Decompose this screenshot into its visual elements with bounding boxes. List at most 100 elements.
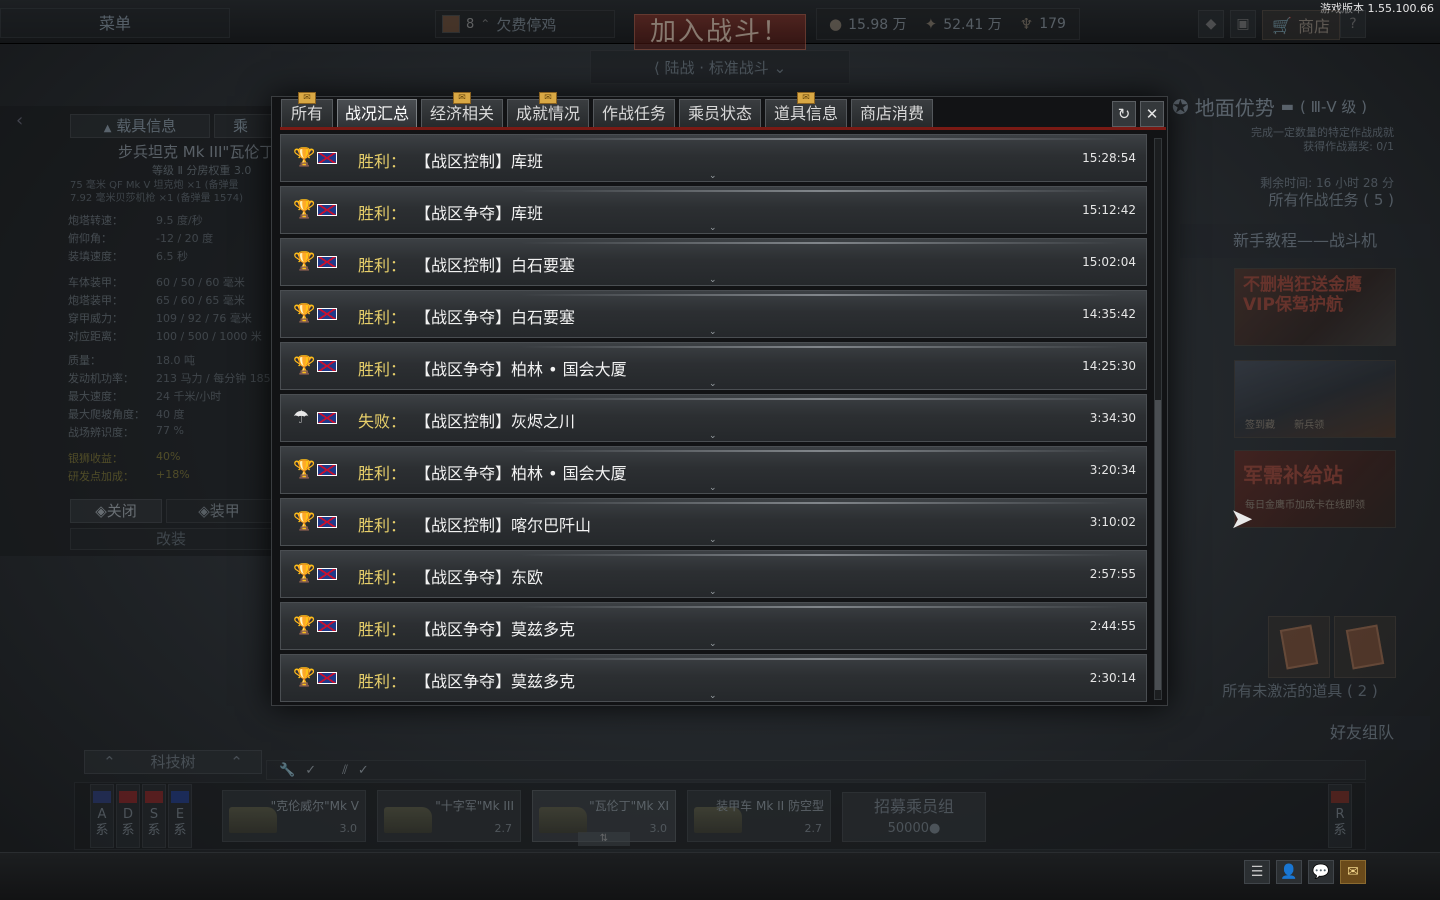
battle-log-row[interactable]: ☂ 失败： 【战区控制】灰烬之川 3:34:30 ⌄	[280, 394, 1147, 442]
contacts-icon[interactable]: 👤	[1276, 860, 1302, 884]
vehicle-slot[interactable]: "十字军"Mk III 2.7	[377, 790, 521, 842]
tab-0[interactable]: 所有 ✉	[281, 92, 333, 129]
battle-log-row[interactable]: 🏆 胜利： 【战区争夺】柏林 • 国会大厦 3:20:34 ⌄	[280, 446, 1147, 494]
item-card[interactable]	[1334, 616, 1396, 678]
tab-vehicle-info[interactable]: ▲ 载具信息	[70, 114, 210, 138]
tab-label: 乘员状态	[687, 104, 752, 123]
expand-chevron-icon[interactable]: ⌄	[709, 275, 717, 285]
battle-log-row[interactable]: 🏆 胜利： 【战区控制】库班 15:28:54 ⌄	[280, 134, 1147, 182]
flag-icon	[145, 791, 163, 803]
flag-icon	[93, 791, 111, 803]
expand-chevron-icon[interactable]: ⌄	[709, 327, 717, 337]
nation-column[interactable]: E系	[168, 784, 192, 848]
battle-log-row[interactable]: 🏆 胜利： 【战区争夺】莫兹多克 2:44:55 ⌄	[280, 602, 1147, 650]
close-icon[interactable]: ✕	[1140, 101, 1164, 127]
recruit-crew-slot[interactable]: 招募乘员组 50000●	[842, 792, 986, 842]
tech-tree-tab[interactable]: ⌃ 科技树 ⌃	[84, 750, 262, 774]
tab-4[interactable]: 作战任务	[593, 99, 675, 129]
slot-toolbar: 🔧 ✓ ⫽ ✓	[266, 760, 1366, 780]
check-icon[interactable]: ✓	[305, 763, 316, 778]
task-title[interactable]: ✪ 地面优势 ▬ ( Ⅲ-Ⅴ 级 )	[1172, 92, 1367, 121]
shop-label: 商店	[1297, 17, 1330, 36]
swap-vehicle-tab[interactable]: ⇅	[578, 832, 630, 846]
player-profile[interactable]: 8 ⌃ 欠费停鸡	[435, 10, 615, 38]
armor-view-button[interactable]: ◈装甲	[166, 499, 272, 523]
nation-column[interactable]: S系	[142, 784, 166, 848]
mouse-cursor-icon: ➤	[1230, 502, 1254, 535]
research-points-icon: ✦	[924, 15, 938, 33]
promo-banner-supply[interactable]: 军需补给站 每日金鹰币加成卡在线即领	[1234, 450, 1396, 528]
battle-log-row[interactable]: 🏆 胜利： 【战区争夺】莫兹多克 2:30:14 ⌄	[280, 654, 1147, 702]
chat-icon[interactable]: 💬	[1308, 860, 1334, 884]
mission-name: 【战区争夺】柏林 • 国会大厦	[415, 464, 627, 483]
wallet-icon[interactable]: ▣	[1230, 10, 1256, 38]
nation-column[interactable]: D系	[116, 784, 140, 848]
vehicle-slot[interactable]: 装甲车 Mk II 防空型 2.7	[687, 790, 831, 842]
refresh-icon[interactable]: ↻	[1112, 101, 1136, 127]
menu-button[interactable]: 菜单	[0, 8, 230, 38]
flag-icon	[171, 791, 189, 803]
expand-chevron-icon[interactable]: ⌄	[709, 639, 717, 649]
battle-log-row[interactable]: 🏆 胜利： 【战区控制】白石要塞 15:02:04 ⌄	[280, 238, 1147, 286]
battle-mode-selector[interactable]: ⟨ 陆战 · 标准战斗 ⌄	[590, 50, 850, 84]
expand-chevron-icon[interactable]: ⌄	[709, 379, 717, 389]
list-icon[interactable]: ☰	[1244, 860, 1270, 884]
item-card[interactable]	[1268, 616, 1330, 678]
help-button[interactable]: ?	[1340, 10, 1366, 38]
vehicle-battle-rating: 3.0	[649, 822, 668, 835]
check-icon[interactable]: ✓	[358, 763, 369, 778]
vehicle-slot[interactable]: "克伦威尔"Mk V 3.0	[222, 790, 366, 842]
promo-banner-vip[interactable]: 不删档狂送金鹰 VIP保驾护航	[1234, 268, 1396, 346]
stat-row: 炮塔转速： 9.5 度/秒	[68, 212, 278, 230]
armament-line: 7.92 毫米贝莎机枪 ×1 (备弹量 1574)	[70, 193, 243, 204]
battle-log-row[interactable]: 🏆 胜利： 【战区争夺】柏林 • 国会大厦 14:25:30 ⌄	[280, 342, 1147, 390]
battle-result: 胜利：	[358, 204, 407, 223]
battle-log-row[interactable]: 🏆 胜利： 【战区争夺】东欧 2:57:55 ⌄	[280, 550, 1147, 598]
tab-5[interactable]: 乘员状态	[679, 99, 761, 129]
uk-flag-icon	[317, 152, 337, 164]
nation-column-r[interactable]: R 系	[1328, 784, 1352, 848]
nation-column[interactable]: A系	[90, 784, 114, 848]
tab-2[interactable]: 经济相关 ✉	[421, 92, 503, 129]
stat-row: 战场辨识度： 77 %	[68, 424, 278, 442]
wrench-icon[interactable]: 🔧	[279, 763, 295, 778]
ammo-icon[interactable]: ⫽	[342, 763, 348, 778]
silver-lions-icon: ●	[929, 821, 941, 836]
expand-chevron-icon[interactable]: ⌄	[709, 535, 717, 545]
scrollbar-thumb[interactable]	[1155, 400, 1161, 690]
expand-chevron-icon[interactable]: ⌄	[709, 171, 717, 181]
trophy-icon: 🏆	[293, 251, 316, 272]
mission-name: 【战区争夺】东欧	[415, 568, 544, 587]
mail-icon[interactable]: ✉	[1340, 860, 1366, 884]
stat-row: 车体装甲： 60 / 50 / 60 毫米	[68, 274, 278, 292]
tab-1[interactable]: 战况汇总	[337, 99, 417, 129]
nation-code: E	[175, 807, 185, 822]
tutorial-button[interactable]: 新手教程——战斗机	[1180, 224, 1430, 258]
tab-7[interactable]: 商店消费	[851, 99, 933, 129]
tab-crew[interactable]: 乘	[214, 114, 274, 138]
all-tasks-link[interactable]: 所有作战任务 ( 5 )	[1180, 189, 1394, 210]
tab-label: 经济相关	[429, 104, 494, 123]
expand-chevron-icon[interactable]: ⌄	[709, 483, 717, 493]
close-view-button[interactable]: ◈关闭	[70, 499, 162, 523]
join-battle-button[interactable]: 加入战斗！	[634, 14, 806, 50]
battle-log-row[interactable]: 🏆 胜利： 【战区控制】喀尔巴阡山 3:10:02 ⌄	[280, 498, 1147, 546]
battle-log-row[interactable]: 🏆 胜利： 【战区争夺】库班 15:12:42 ⌄	[280, 186, 1147, 234]
expand-chevron-icon[interactable]: ⌄	[709, 587, 717, 597]
stat-row: 最大爬坡角度： 40 度	[68, 406, 278, 424]
tab-6[interactable]: 道具信息 ✉	[765, 92, 847, 129]
expand-chevron-icon[interactable]: ⌄	[709, 691, 717, 701]
expand-chevron-icon[interactable]: ⌄	[709, 223, 717, 233]
modifications-button[interactable]: 改装	[70, 528, 272, 550]
friends-squad-button[interactable]: 好友组队	[1180, 716, 1430, 750]
tab-label: 道具信息	[773, 104, 838, 123]
inactive-items-link[interactable]: 所有未激活的道具 ( 2 )	[1180, 680, 1420, 701]
shop-button[interactable]: 🛒 商店	[1262, 10, 1340, 40]
stat-label: 银狮收益：	[68, 452, 123, 465]
expand-chevron-icon[interactable]: ⌄	[709, 431, 717, 441]
tab-3[interactable]: 成就情况 ✉	[507, 92, 589, 129]
premium-icon[interactable]: ◆	[1198, 10, 1224, 38]
back-arrow-icon[interactable]: ‹	[16, 110, 23, 131]
battle-log-row[interactable]: 🏆 胜利： 【战区争夺】白石要塞 14:35:42 ⌄	[280, 290, 1147, 338]
promo-banner-signin[interactable]: 签到藏 新兵领	[1234, 360, 1396, 438]
